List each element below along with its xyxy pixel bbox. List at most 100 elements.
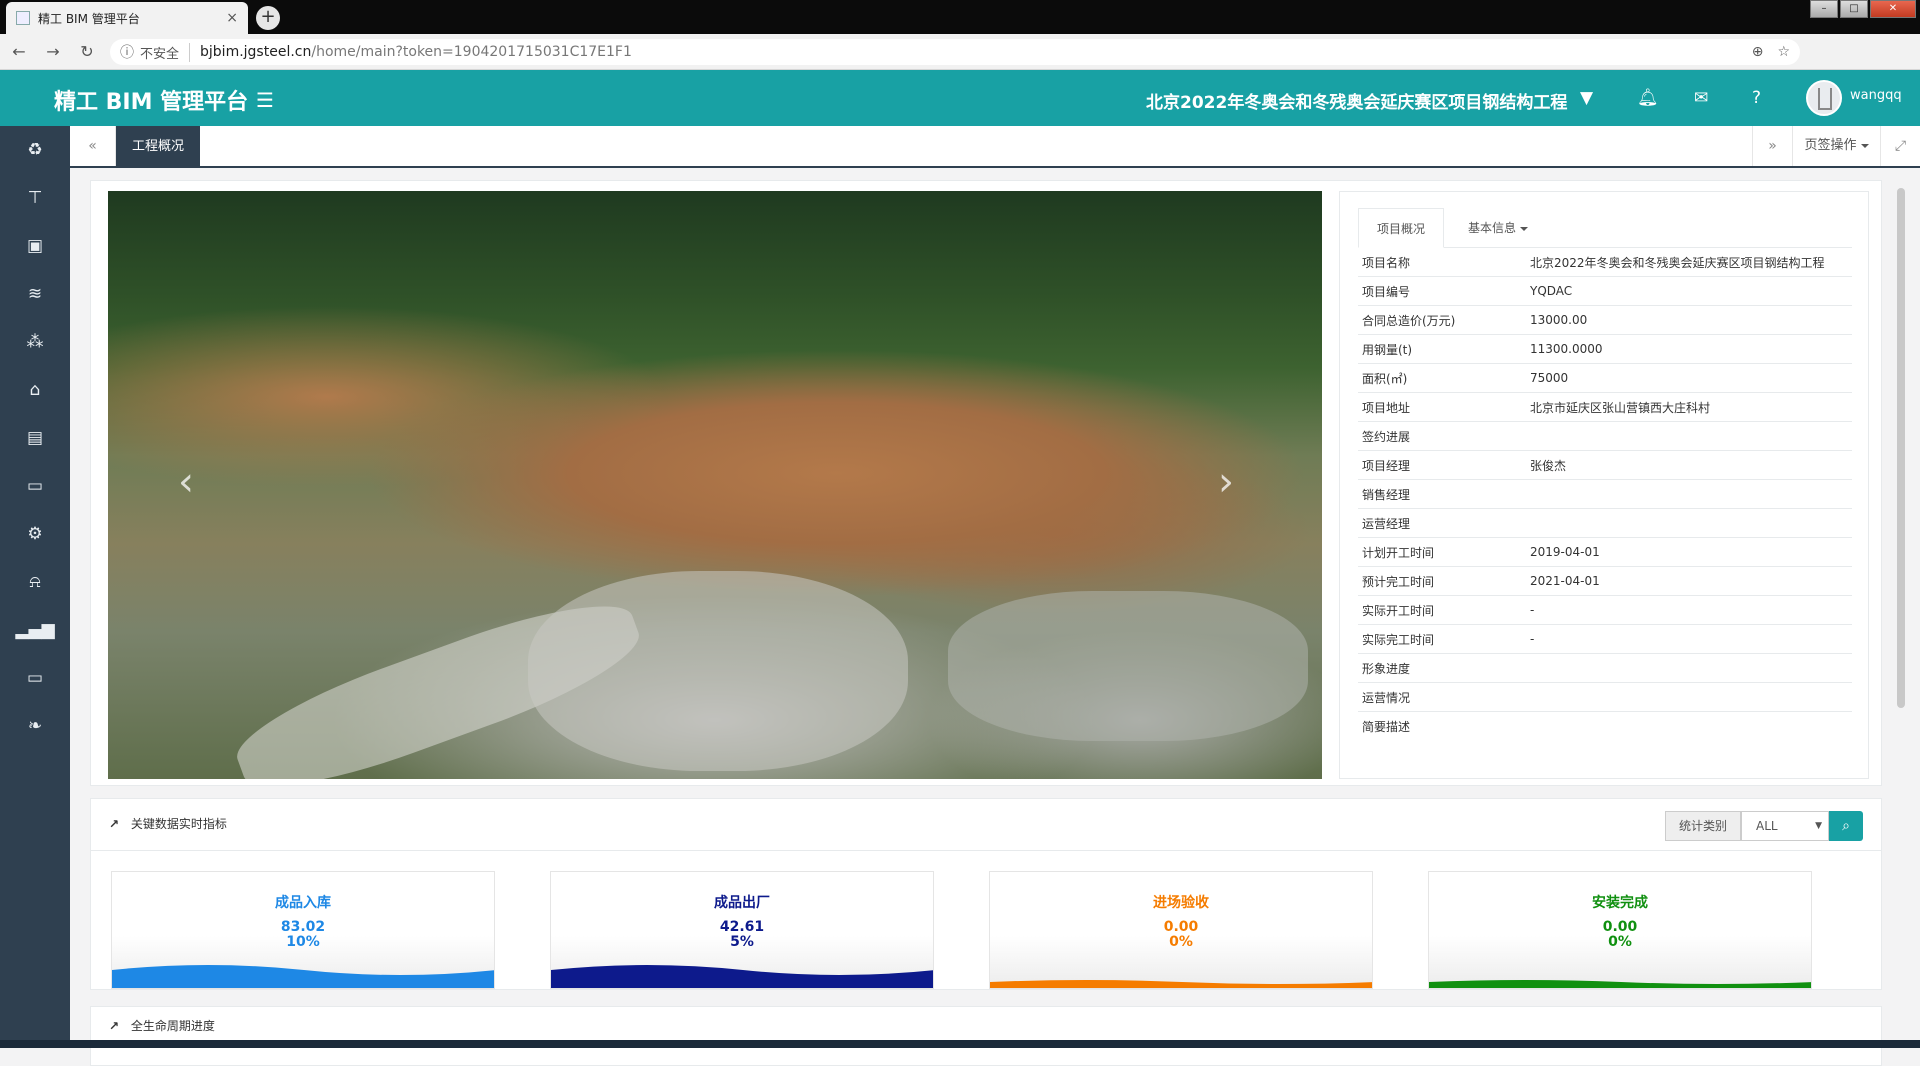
cubes-icon[interactable]: ⁂ [0,318,70,366]
sidebar: ♻ ⊤ ▣ ≋ ⁂ ⌂ ▤ ▭ ⚙ ⍾ ▂▄▆ ▭ ❧ [0,126,70,1048]
stat-category-label: 统计类别 [1665,811,1741,841]
info-key: 简要描述 [1362,720,1411,734]
briefcase-icon[interactable]: ▣ [0,222,70,270]
star-icon[interactable]: ☆ [1777,44,1790,60]
kpi-title: ↗ 关键数据实时指标 [109,815,227,832]
window-close-button[interactable]: ✕ [1870,0,1916,18]
project-title: 北京2022年冬奥会和冬残奥会延庆赛区项目钢结构工程 [1146,93,1568,113]
info-value: 2021-04-01 [1530,574,1600,588]
lifecycle-title: ↗ 全生命周期进度 [109,1017,215,1034]
info-row: 面积(㎡) 75000 [1358,364,1852,393]
database-icon[interactable]: ≋ [0,270,70,318]
kpi-card-values: 0.00 0% [990,920,1372,950]
browser-tab[interactable]: 精工 BIM 管理平台 × [6,2,248,34]
info-value: YQDAC [1530,284,1573,298]
search-button[interactable]: ⌕ [1829,811,1863,841]
stat-category-select[interactable]: ALL ▼ [1741,811,1829,841]
kpi-wave [990,980,1372,988]
fullscreen-icon[interactable]: ⤢ [1880,126,1920,166]
kpi-wave-fill [112,965,494,988]
page-scrollbar[interactable] [1897,188,1905,708]
building-icon[interactable]: ▤ [0,414,70,462]
kpi-card-percent: 0% [1608,934,1632,950]
lifecycle-title-text: 全生命周期进度 [130,1019,215,1033]
kpi-card-percent: 10% [286,934,320,950]
money-icon[interactable]: ▭ [0,462,70,510]
info-row: 项目名称 北京2022年冬奥会和冬残奥会延庆赛区项目钢结构工程 [1358,248,1852,277]
bank-icon[interactable]: ⌂ [0,366,70,414]
reload-icon[interactable]: ↻ [72,42,102,61]
zoom-icon[interactable]: ⊕ [1752,44,1764,60]
lifecycle-panel: ↗ 全生命周期进度 [90,1006,1882,1066]
help-icon[interactable]: ? [1752,88,1761,108]
carousel-next-icon[interactable]: › [1218,459,1234,505]
signal-icon[interactable]: ▂▄▆ [0,606,70,654]
insecure-label: 不安全 [140,42,191,62]
bell-icon[interactable]: 🔔︎ [1637,88,1659,108]
parking-shape [948,591,1308,741]
leaf-icon[interactable]: ❧ [0,702,70,750]
info-key: 项目编号 [1362,284,1411,299]
carousel-prev-icon[interactable]: ‹ [178,459,194,505]
tab-basic-info[interactable]: 基本信息 [1450,208,1546,248]
info-key: 实际开工时间 [1362,603,1435,618]
info-row: 项目编号 YQDAC [1358,277,1852,306]
sign-icon[interactable]: ⊤ [0,174,70,222]
info-key: 项目名称 [1362,255,1411,270]
kpi-card-values: 0.00 0% [1429,920,1811,950]
info-value: 2019-04-01 [1530,545,1600,559]
info-key: 实际完工时间 [1362,632,1435,647]
back-icon[interactable]: ← [4,42,34,61]
avatar[interactable] [1806,80,1842,116]
info-value: - [1530,632,1535,646]
filter-icon[interactable]: ▼ [1580,88,1593,108]
plaza-shape [528,571,908,771]
maximize-button[interactable]: □ [1840,0,1868,18]
favicon-icon [16,11,30,25]
info-key: 面积(㎡) [1362,371,1408,386]
line-chart-icon: ↗ [109,817,120,831]
info-key: 项目地址 [1362,400,1411,415]
forward-icon[interactable]: → [38,42,68,61]
bell-icon[interactable]: ⍾ [0,558,70,606]
kpi-card: 进场验收 0.00 0% [989,871,1373,989]
kpi-wave-fill [551,965,933,988]
kpi-card-title: 安装完成 [1592,895,1648,911]
scroll-tabs-left-icon[interactable]: « [70,126,116,166]
tab-project-overview[interactable]: 工程概况 [116,126,200,168]
minimize-button[interactable]: – [1810,0,1838,18]
info-row: 实际完工时间 - [1358,625,1852,654]
kpi-card-percent: 0% [1169,934,1193,950]
tab-project-overview-info[interactable]: 项目概况 [1358,208,1445,248]
username[interactable]: wangqq [1850,88,1902,103]
os-taskbar [0,1040,1920,1048]
page-tab-bar: « 工程概况 » 页签操作 ⤢ [70,126,1920,168]
info-row: 计划开工时间 2019-04-01 [1358,538,1852,567]
kpi-card-title: 进场验收 [1153,895,1209,911]
envelope-icon[interactable]: ✉ [1694,88,1708,108]
tab-basic-info-label: 基本信息 [1468,221,1517,235]
kpi-card-value: 0.00 [1163,919,1199,935]
info-value: - [1530,603,1535,617]
desktop-icon[interactable]: ▭ [0,654,70,702]
close-tab-icon[interactable]: × [226,10,238,26]
address-bar[interactable]: ⓘ 不安全 bjbim.jgsteel.cn/home/main?token=1… [110,39,1800,65]
tab-operations-dropdown[interactable]: 页签操作 [1792,126,1880,166]
recycle-icon[interactable]: ♻ [0,126,70,174]
scroll-tabs-right-icon[interactable]: » [1752,126,1792,166]
kpi-wave-fill [990,980,1372,988]
new-tab-button[interactable]: + [256,6,280,30]
kpi-panel: ↗ 关键数据实时指标 统计类别 ALL ▼ ⌕ 成品入库 83.02 10% 成品出厂 4… [90,798,1882,990]
info-row: 合同总造价(万元) 13000.00 [1358,306,1852,335]
window-controls: – □ ✕ [1808,0,1916,18]
info-icon[interactable]: ⓘ [120,42,134,62]
info-row: 运营情况 [1358,683,1852,712]
url-path: /home/main?token=1904201715031C17E1F1 [311,44,632,60]
cogs-icon[interactable]: ⚙ [0,510,70,558]
info-key: 合同总造价(万元) [1362,313,1456,328]
hamburger-menu-icon[interactable]: ☰ [256,88,274,112]
info-key: 运营情况 [1362,690,1411,705]
url-host: bjbim.jgsteel.cn [200,44,312,60]
browser-tab-bar: 精工 BIM 管理平台 × + – □ ✕ [0,0,1920,34]
select-arrow-icon: ▼ [1815,821,1822,831]
